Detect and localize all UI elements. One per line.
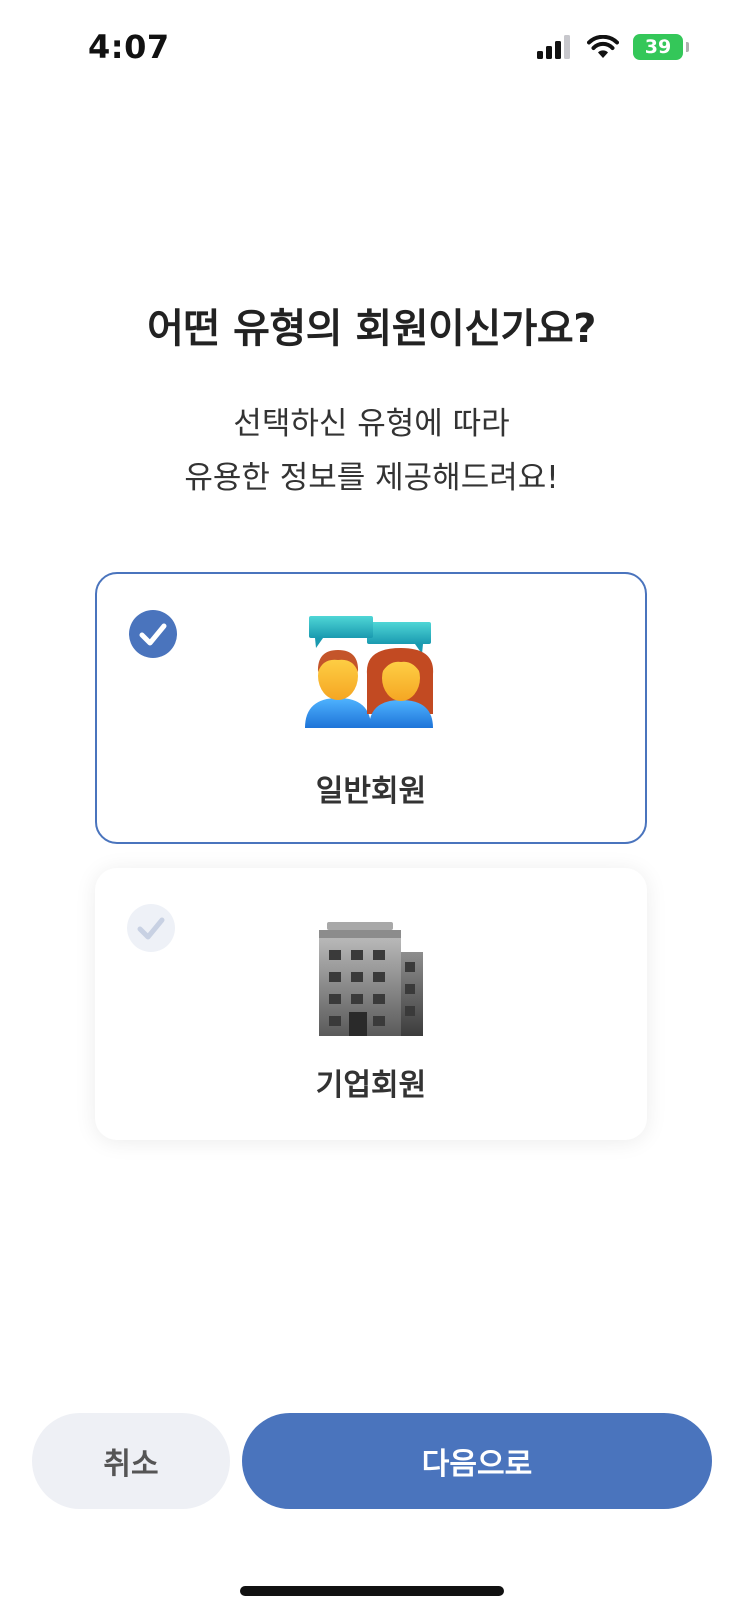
people-chat-icon [305,616,434,728]
cancel-button[interactable]: 취소 [32,1413,230,1509]
member-type-option-business[interactable]: 기업회원 [95,868,647,1140]
next-button[interactable]: 다음으로 [242,1413,712,1509]
checkmark-selected-icon [129,610,177,658]
option-label-business: 기업회원 [315,1068,427,1103]
status-bar: 4:07 39 [0,0,743,100]
battery-icon: 39 [633,34,689,60]
wifi-icon [587,35,619,58]
subtitle-line-1: 선택하신 유형에 따라 [233,406,510,442]
checkmark-unselected-icon [127,904,175,952]
subtitle-line-2: 유용한 정보를 제공해드려요! [184,460,559,496]
page-title: 어떤 유형의 회원이신가요? [147,306,596,352]
member-type-option-general[interactable]: 일반회원 [95,572,647,844]
cellular-signal-icon [537,35,570,59]
home-indicator [240,1586,504,1596]
battery-level: 39 [644,36,672,58]
status-icons: 39 [537,34,689,60]
option-label-general: 일반회원 [315,774,427,809]
office-building-icon [319,922,423,1036]
status-time: 4:07 [88,28,170,66]
